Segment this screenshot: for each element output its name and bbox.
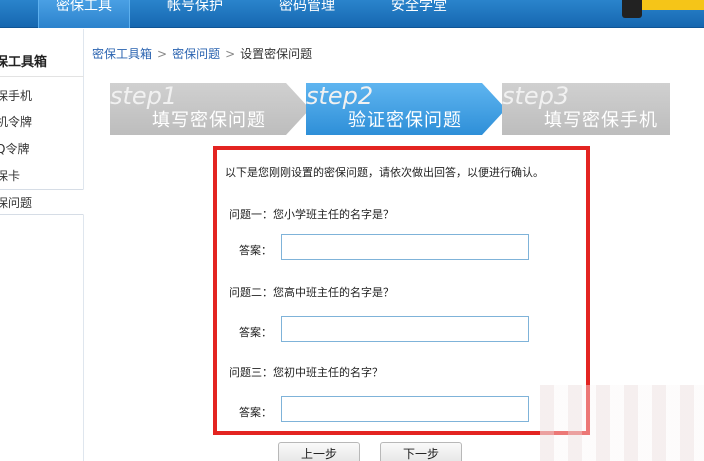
breadcrumb-question-link[interactable]: 密保问题 — [172, 47, 220, 61]
sidebar-item-phone[interactable]: 保手机 — [0, 83, 84, 109]
question-2-label: 问题二：您高中班主任的名字是？ — [229, 286, 394, 299]
answer-1-label: 答案： — [239, 244, 272, 257]
prev-step-button[interactable]: 上一步 — [278, 442, 360, 461]
step-2: step2 验证密保问题 — [306, 83, 506, 135]
answer-2-label: 答案： — [239, 326, 272, 339]
sidebar-item-q-token[interactable]: Q令牌 — [0, 136, 84, 162]
nav-tab-account-protection[interactable]: 帐号保护 — [150, 0, 240, 28]
blurred-overlay — [540, 385, 704, 461]
step-3-label: 填写密保手机 — [544, 110, 658, 131]
step-1-number: step1 — [110, 82, 178, 110]
sidebar-title: 保工具箱 — [0, 51, 84, 77]
step-3-number: step3 — [502, 82, 570, 110]
breadcrumb-separator: > — [225, 47, 236, 61]
answer-3-input[interactable] — [281, 396, 529, 422]
answer-2-input[interactable] — [281, 316, 529, 342]
top-nav: 密保工具 帐号保护 密码管理 安全学堂 — [0, 0, 704, 28]
question-1-label: 问题一：您小学班主任的名字是？ — [229, 208, 394, 221]
breadcrumb-toolbox-link[interactable]: 密保工具箱 — [92, 47, 152, 61]
answer-1-input[interactable] — [281, 234, 529, 260]
step-3: step3 填写密保手机 — [502, 83, 670, 135]
breadcrumb-current: 设置密保问题 — [240, 47, 313, 61]
step-indicator: step1 填写密保问题 step2 验证密保问题 step3 填写密保手机 — [110, 83, 670, 135]
phone-icon — [622, 0, 642, 18]
breadcrumb: 密保工具箱 > 密保问题 > 设置密保问题 — [92, 45, 312, 62]
step-1-label: 填写密保问题 — [152, 110, 266, 131]
question-3-label: 问题三：您初中班主任的名字？ — [229, 366, 383, 379]
step-1: step1 填写密保问题 — [110, 83, 310, 135]
breadcrumb-separator: > — [157, 47, 168, 61]
phone-badge[interactable] — [618, 0, 704, 22]
nav-tab-security-tools[interactable]: 密保工具 — [38, 0, 130, 28]
sidebar: 保工具箱 保手机 机令牌 Q令牌 保卡 保问题 — [0, 29, 84, 461]
badge-background — [634, 0, 704, 10]
sidebar-item-card[interactable]: 保卡 — [0, 163, 84, 189]
nav-tab-security-school[interactable]: 安全学堂 — [374, 0, 464, 28]
answer-3-label: 答案： — [239, 406, 272, 419]
step-2-label: 验证密保问题 — [348, 110, 462, 131]
form-intro: 以下是您刚刚设置的密保问题，请依次做出回答，以便进行确认。 — [225, 166, 544, 179]
sidebar-item-question[interactable]: 保问题 — [0, 189, 84, 215]
next-step-button[interactable]: 下一步 — [380, 442, 462, 461]
step-2-number: step2 — [306, 82, 374, 110]
security-question-form: 以下是您刚刚设置的密保问题，请依次做出回答，以便进行确认。 问题一：您小学班主任… — [213, 146, 590, 435]
sidebar-item-mobile-token[interactable]: 机令牌 — [0, 109, 84, 135]
nav-tab-password-management[interactable]: 密码管理 — [262, 0, 352, 28]
